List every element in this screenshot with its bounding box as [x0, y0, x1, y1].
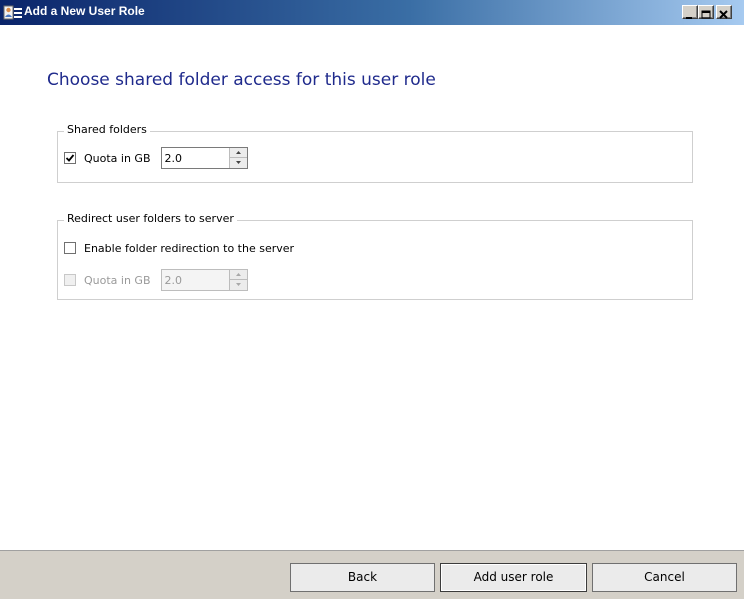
spin-up-button	[229, 270, 247, 280]
arrow-down-icon	[235, 283, 241, 286]
shared-folders-group: Shared folders Quota in GB	[57, 123, 693, 183]
checkmark-icon	[65, 154, 75, 162]
redirect-legend: Redirect user folders to server	[64, 212, 237, 225]
shared-quota-checkbox[interactable]	[64, 152, 76, 164]
enable-redirection-row: Enable folder redirection to the server	[64, 237, 304, 259]
page-heading: Choose shared folder access for this use…	[47, 70, 436, 90]
maximize-button[interactable]	[698, 5, 714, 19]
shared-folders-legend: Shared folders	[64, 123, 150, 136]
minimize-button[interactable]	[682, 5, 698, 19]
arrow-up-icon	[235, 151, 241, 154]
redirect-quota-spinbox	[160, 269, 248, 291]
spin-down-button[interactable]	[230, 158, 247, 168]
add-user-role-button[interactable]: Add user role	[440, 563, 587, 592]
user-role-icon	[3, 4, 23, 21]
window-title: Add a New User Role	[24, 4, 145, 18]
shared-quota-input[interactable]	[161, 148, 228, 168]
shared-quota-spinbox[interactable]	[160, 147, 248, 169]
maximize-icon	[701, 10, 711, 19]
title-bar[interactable]: Add a New User Role	[0, 0, 744, 25]
back-button[interactable]: Back	[290, 563, 435, 592]
enable-redirection-label: Enable folder redirection to the server	[84, 241, 295, 255]
arrow-up-icon	[235, 273, 241, 276]
redirect-quota-input	[161, 270, 228, 290]
cancel-button[interactable]: Cancel	[592, 563, 737, 592]
redirect-quota-spin-buttons	[228, 270, 247, 290]
add-user-role-window: Add a New User Role Choose shared folder…	[0, 0, 744, 599]
minimize-icon	[686, 17, 692, 19]
redirect-quota-label: Quota in GB	[84, 273, 151, 287]
shared-quota-row: Quota in GB	[64, 147, 248, 169]
spin-down-button	[230, 280, 247, 290]
enable-redirection-checkbox[interactable]	[64, 242, 76, 254]
spin-up-button[interactable]	[229, 148, 247, 158]
shared-quota-spin-buttons	[228, 148, 247, 168]
arrow-down-icon	[235, 161, 241, 164]
close-button[interactable]	[716, 5, 732, 19]
redirect-quota-row: Quota in GB	[64, 269, 248, 291]
redirect-quota-checkbox	[64, 274, 76, 286]
close-icon	[719, 10, 728, 19]
dialog-footer: Back Add user role Cancel	[0, 550, 744, 599]
redirect-folders-group: Redirect user folders to server Enable f…	[57, 212, 693, 300]
shared-quota-label: Quota in GB	[84, 151, 151, 165]
